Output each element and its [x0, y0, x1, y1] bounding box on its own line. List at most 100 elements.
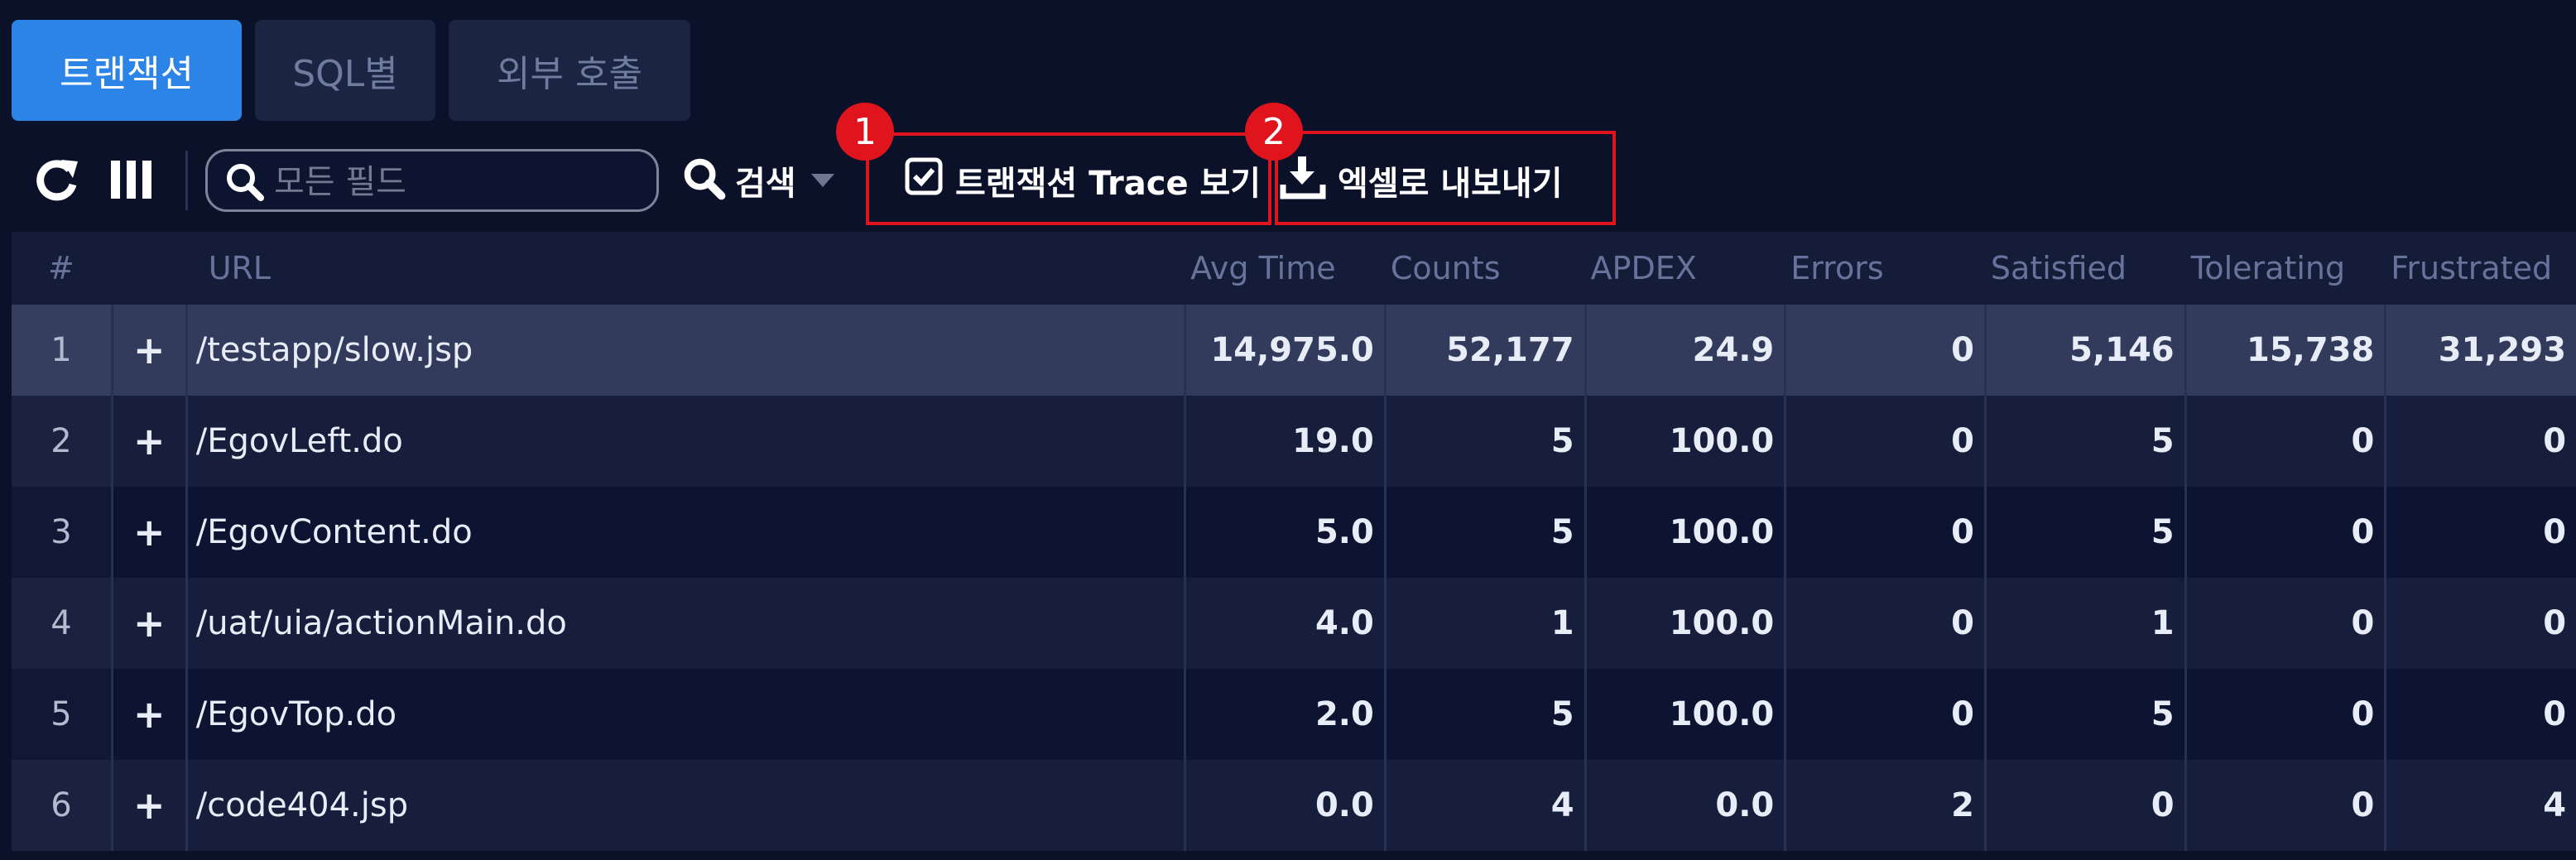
url-cell[interactable]: /EgovTop.do: [185, 669, 1184, 760]
counts-cell: 5: [1383, 396, 1584, 487]
table-header: # URL Avg Time Counts APDEX Errors Satis…: [12, 232, 2576, 305]
tolerating-cell: 0: [2184, 669, 2385, 760]
callout-badge-1: 1: [836, 103, 894, 161]
frustrated-cell: 31,293: [2384, 305, 2576, 396]
tolerating-cell: 0: [2184, 487, 2385, 578]
url-cell[interactable]: /EgovContent.do: [185, 487, 1184, 578]
column-header-apdex[interactable]: APDEX: [1584, 232, 1785, 305]
column-header-tolerating[interactable]: Tolerating: [2184, 232, 2385, 305]
column-header-avg-time[interactable]: Avg Time: [1184, 232, 1384, 305]
apdex-cell: 100.0: [1584, 578, 1785, 669]
satisfied-cell: 5: [1983, 669, 2184, 760]
search-icon: [224, 161, 266, 203]
columns-icon[interactable]: [104, 151, 159, 209]
row-number: 2: [50, 422, 72, 460]
column-header-frustrated[interactable]: Frustrated: [2384, 232, 2576, 305]
satisfied-cell: 5: [1983, 396, 2184, 487]
url-cell[interactable]: /code404.jsp: [185, 760, 1184, 851]
url-cell[interactable]: /testapp/slow.jsp: [185, 305, 1184, 396]
row-number: 5: [50, 695, 72, 733]
table-row[interactable]: 6 + /code404.jsp 0.0 4 0.0 2 0 0 4: [12, 760, 2576, 851]
apdex-cell: 100.0: [1584, 669, 1785, 760]
search-input[interactable]: [272, 158, 640, 206]
errors-cell: 0: [1784, 578, 1984, 669]
export-excel-label: 엑셀로 내보내기: [1338, 165, 1563, 203]
chevron-down-icon[interactable]: [810, 174, 834, 187]
table-row[interactable]: 2 + /EgovLeft.do 19.0 5 100.0 0 5 0 0: [12, 396, 2576, 487]
toolbar-divider: [185, 151, 188, 210]
apdex-cell: 100.0: [1584, 487, 1785, 578]
tolerating-cell: 0: [2184, 760, 2385, 851]
avg-time-cell: 19.0: [1184, 396, 1384, 487]
checkbox-checked-icon[interactable]: [904, 156, 944, 204]
avg-time-cell: 5.0: [1184, 487, 1384, 578]
frustrated-cell: 0: [2384, 487, 2576, 578]
expand-row-button[interactable]: +: [110, 396, 185, 487]
expand-row-button[interactable]: +: [110, 487, 185, 578]
expand-row-button[interactable]: +: [110, 760, 185, 851]
satisfied-cell: 5: [1983, 487, 2184, 578]
tab-transactions[interactable]: 트랜잭션: [12, 20, 242, 121]
row-number: 3: [50, 513, 72, 551]
frustrated-cell: 0: [2384, 396, 2576, 487]
table-row[interactable]: 4 + /uat/uia/actionMain.do 4.0 1 100.0 0…: [12, 578, 2576, 669]
expand-row-button[interactable]: +: [110, 578, 185, 669]
refresh-icon[interactable]: [33, 151, 83, 209]
row-number: 6: [50, 786, 72, 824]
counts-cell: 5: [1383, 669, 1584, 760]
column-header-satisfied[interactable]: Satisfied: [1984, 232, 2184, 305]
download-icon: [1280, 153, 1326, 208]
expand-row-button[interactable]: +: [110, 669, 185, 760]
url-cell[interactable]: /EgovLeft.do: [185, 396, 1184, 487]
counts-cell: 5: [1383, 487, 1584, 578]
frustrated-cell: 4: [2384, 760, 2576, 851]
tolerating-cell: 0: [2184, 578, 2385, 669]
avg-time-cell: 14,975.0: [1184, 305, 1384, 396]
table-row[interactable]: 3 + /EgovContent.do 5.0 5 100.0 0 5 0 0: [12, 487, 2576, 578]
search-button-icon: [682, 156, 727, 204]
url-cell[interactable]: /uat/uia/actionMain.do: [185, 578, 1184, 669]
counts-cell: 1: [1383, 578, 1584, 669]
trace-view-label: 트랜잭션 Trace 보기: [955, 165, 1262, 203]
column-header-expand: [111, 232, 185, 305]
avg-time-cell: 2.0: [1184, 669, 1384, 760]
tab-sql[interactable]: SQL별: [255, 20, 435, 121]
search-button-label: 검색: [735, 165, 796, 203]
avg-time-cell: 0.0: [1184, 760, 1384, 851]
errors-cell: 0: [1784, 669, 1984, 760]
tolerating-cell: 15,738: [2184, 305, 2385, 396]
tolerating-cell: 0: [2184, 396, 2385, 487]
trace-view-toggle[interactable]: 트랜잭션 Trace 보기: [904, 149, 1261, 212]
apdex-cell: 24.9: [1584, 305, 1785, 396]
column-header-counts[interactable]: Counts: [1384, 232, 1584, 305]
errors-cell: 0: [1784, 305, 1984, 396]
table-row[interactable]: 1 + /testapp/slow.jsp 14,975.0 52,177 24…: [12, 305, 2576, 396]
search-button[interactable]: 검색: [682, 149, 834, 212]
satisfied-cell: 5,146: [1983, 305, 2184, 396]
row-number: 4: [50, 604, 72, 642]
column-header-url[interactable]: URL: [185, 232, 1184, 305]
table-row[interactable]: 5 + /EgovTop.do 2.0 5 100.0 0 5 0 0: [12, 669, 2576, 760]
errors-cell: 2: [1784, 760, 1984, 851]
errors-cell: 0: [1784, 487, 1984, 578]
satisfied-cell: 1: [1983, 578, 2184, 669]
callout-badge-2: 2: [1245, 103, 1303, 161]
apdex-cell: 0.0: [1584, 760, 1785, 851]
tab-external-calls[interactable]: 외부 호출: [449, 20, 690, 121]
search-field[interactable]: [205, 149, 659, 212]
transactions-table: # URL Avg Time Counts APDEX Errors Satis…: [12, 232, 2576, 851]
expand-row-button[interactable]: +: [110, 305, 185, 396]
toolbar: 검색 트랜잭션 Trace 보기 엑셀로 내보내기 1 2: [0, 103, 2576, 230]
counts-cell: 4: [1383, 760, 1584, 851]
frustrated-cell: 0: [2384, 578, 2576, 669]
avg-time-cell: 4.0: [1184, 578, 1384, 669]
counts-cell: 52,177: [1383, 305, 1584, 396]
row-number: 1: [50, 331, 72, 369]
export-excel-button[interactable]: 엑셀로 내보내기: [1280, 149, 1563, 212]
column-header-number[interactable]: #: [12, 232, 111, 305]
apdex-cell: 100.0: [1584, 396, 1785, 487]
column-header-errors[interactable]: Errors: [1784, 232, 1984, 305]
satisfied-cell: 0: [1983, 760, 2184, 851]
frustrated-cell: 0: [2384, 669, 2576, 760]
tab-bar: 트랜잭션 SQL별 외부 호출: [12, 20, 690, 121]
